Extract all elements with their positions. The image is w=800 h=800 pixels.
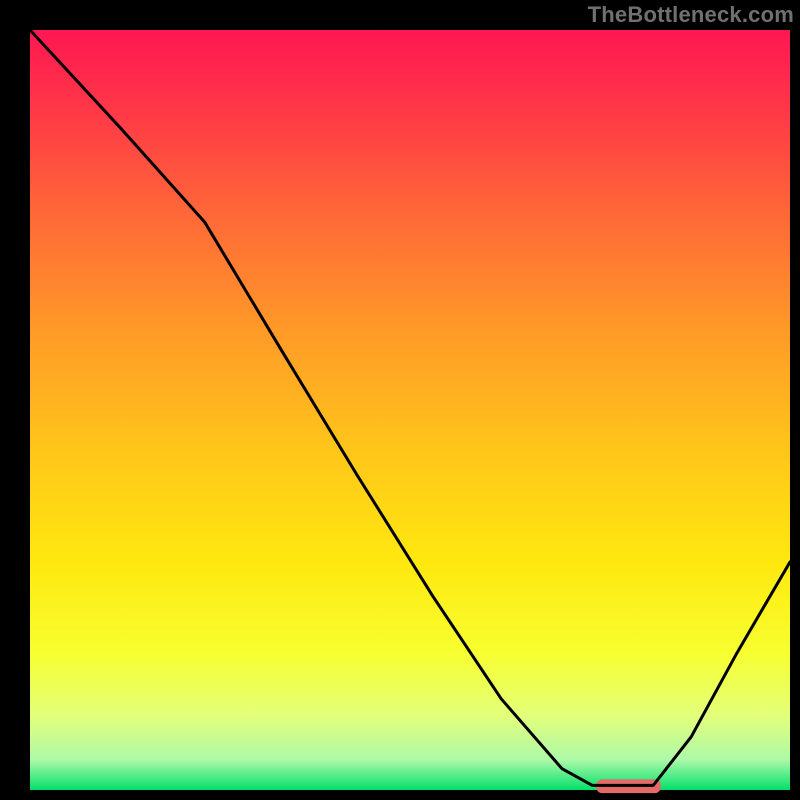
chart-frame: { "attribution": "TheBottleneck.com", "p… [0,0,800,800]
bottleneck-chart [0,0,800,800]
attribution-label: TheBottleneck.com [588,2,794,28]
plot-background [30,30,790,790]
